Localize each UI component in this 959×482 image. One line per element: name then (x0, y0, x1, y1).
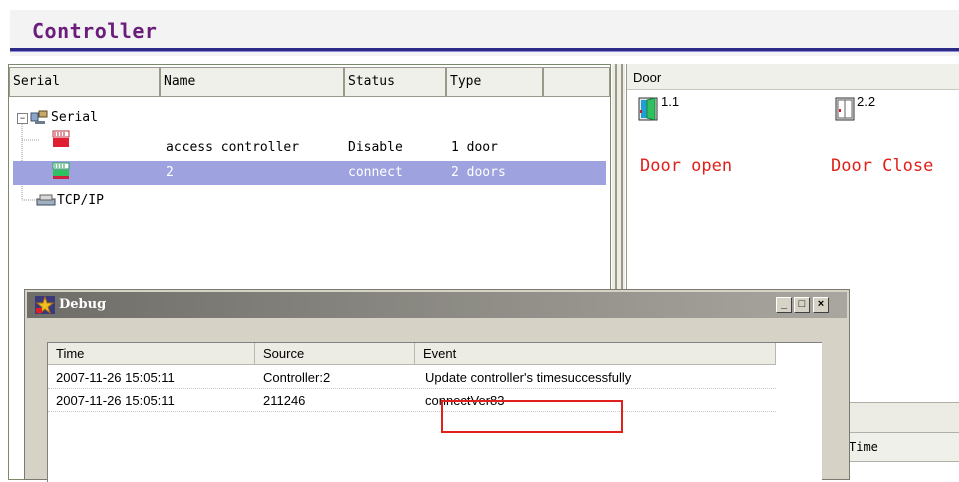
tree-row-name-selected[interactable]: 2 (166, 165, 174, 180)
row-divider (48, 411, 776, 412)
tree-row-type-selected: 2 doors (451, 165, 506, 180)
lower-column-time[interactable]: Time (849, 440, 878, 454)
column-header-filler (543, 67, 610, 97)
tree-row-status-selected: connect (348, 165, 403, 180)
column-header-status[interactable]: Status (344, 67, 446, 97)
door-id-label: 1.1 (661, 94, 680, 109)
app-star-icon (35, 295, 55, 319)
serial-network-icon (30, 109, 48, 130)
debug-event-grid: Time Source Event 2007-11-26 15:05:11 Co… (47, 342, 822, 482)
event-time: 2007-11-26 15:05:11 (56, 393, 175, 408)
door-id-label: 2.2 (857, 94, 876, 109)
header-divider-shadow (10, 51, 959, 52)
tree-row-status: Disable (348, 140, 403, 155)
row-divider (48, 388, 776, 389)
minimize-button[interactable]: _ (776, 297, 792, 313)
tree-node-tcpip[interactable]: TCP/IP (57, 193, 104, 208)
maximize-button[interactable]: □ (794, 297, 810, 313)
controller-red-icon[interactable] (52, 130, 70, 153)
debug-titlebar[interactable]: Debug _ □ × (27, 292, 847, 318)
controller-green-icon[interactable] (52, 162, 70, 185)
column-header-type[interactable]: Type (446, 67, 543, 97)
tree-row-name[interactable]: access controller (166, 140, 299, 155)
close-button[interactable]: × (813, 297, 829, 313)
event-source: Controller:2 (263, 370, 331, 385)
grid-header-event[interactable]: Event (415, 343, 776, 365)
door-open-icon[interactable] (637, 96, 659, 127)
column-header-name[interactable]: Name (160, 67, 344, 97)
tree-row-type: 1 door (451, 140, 498, 155)
controller-header: Controller (10, 10, 959, 56)
grid-header-source[interactable]: Source (255, 343, 415, 365)
debug-window: Debug _ □ × Time Source Event 2007-11-26… (24, 289, 850, 482)
event-time: 2007-11-26 15:05:11 (56, 370, 175, 385)
door-state-close: Door Close (831, 156, 934, 176)
door-closed-icon[interactable] (834, 96, 856, 127)
tcp-network-icon (36, 193, 56, 212)
grid-header-time[interactable]: Time (48, 343, 255, 365)
door-panel-header: Door (627, 64, 959, 90)
debug-title: Debug (59, 297, 107, 312)
tree-node-serial[interactable]: Serial (51, 110, 98, 125)
door-state-open: Door open (640, 156, 733, 176)
event-text: Update controller's timesuccessfully (425, 370, 632, 385)
collapse-toggle-icon[interactable]: − (17, 113, 28, 124)
page-title: Controller (32, 19, 158, 43)
event-source: 211246 (263, 393, 306, 408)
event-highlight-box (441, 400, 623, 433)
tree-row-selected[interactable] (13, 161, 606, 185)
